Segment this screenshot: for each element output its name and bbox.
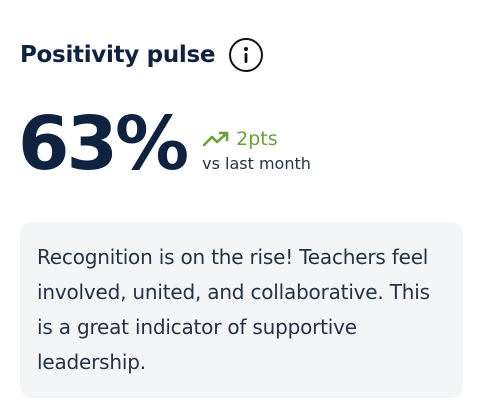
trending-up-icon	[202, 131, 229, 147]
delta-value: 2pts	[236, 128, 278, 150]
positivity-score: 63%	[18, 101, 189, 187]
delta-block: 2pts vs last month	[202, 126, 311, 173]
positivity-pulse-card: Positivity pulse 63% 2pts vs last month …	[0, 0, 486, 410]
insight-box: Recognition is on the rise! Teachers fee…	[20, 222, 463, 398]
insight-text: Recognition is on the rise! Teachers fee…	[37, 245, 430, 374]
card-header: Positivity pulse	[20, 38, 264, 72]
metric-section: 63% 2pts vs last month	[18, 96, 311, 192]
info-button[interactable]	[229, 38, 264, 72]
delta-caption: vs last month	[202, 154, 311, 173]
card-title: Positivity pulse	[20, 42, 216, 68]
delta-row: 2pts	[202, 126, 311, 152]
info-circle-icon	[244, 47, 249, 63]
